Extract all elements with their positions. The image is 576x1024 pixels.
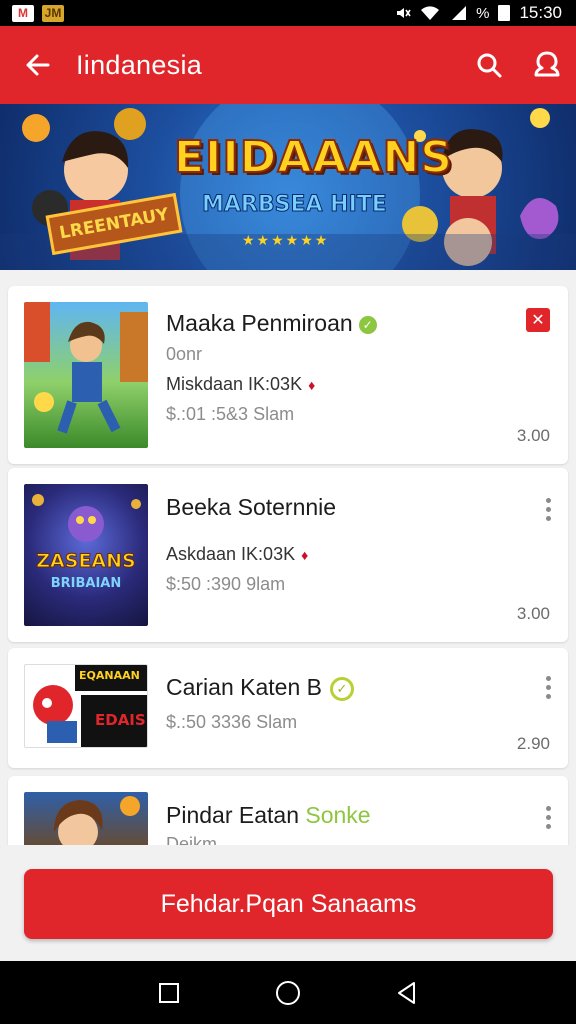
game-list: Maaka Penmiroan ✓ 0onr Miskdaan IK:03K ♦ $… xyxy=(8,286,568,852)
search-icon xyxy=(477,53,502,78)
back-nav-button[interactable] xyxy=(383,969,431,1017)
banner-stars: ★★★★★★ xyxy=(242,232,330,248)
item-number: 3.00 xyxy=(516,426,550,445)
profile-icon xyxy=(534,51,560,77)
list-item[interactable]: Pindar Eatan Sonke Deikm xyxy=(8,776,568,852)
app-bar: Iindanesia xyxy=(0,26,576,104)
item-meta: Askdaan IK:03K ♦ xyxy=(166,544,309,564)
banner-title: EIIDAAANS xyxy=(173,131,453,184)
signal-icon xyxy=(452,6,467,20)
back-arrow-icon xyxy=(26,54,50,76)
recent-apps-icon xyxy=(159,982,180,1003)
game-thumbnail: ZASEANS BRIBAIAN xyxy=(24,484,148,626)
profile-button[interactable] xyxy=(518,26,576,104)
game-thumbnail: EQANAAN EDAIS xyxy=(24,664,148,748)
mute-icon xyxy=(397,8,411,18)
thumb-subtitle: EDAIS xyxy=(95,711,146,729)
home-button[interactable] xyxy=(264,969,312,1017)
list-item[interactable]: EQANAAN EDAIS Carian Katen B ✓ $.:50 3336… xyxy=(8,648,568,768)
recent-apps-button[interactable] xyxy=(145,969,193,1017)
thumb-title: EQANAAN xyxy=(79,669,140,682)
wifi-icon xyxy=(421,6,440,20)
more-options-icon[interactable] xyxy=(544,806,552,829)
more-options-icon[interactable] xyxy=(544,498,552,521)
item-meta: $.:01 :5&3 Slam xyxy=(166,404,295,424)
item-title: Beeka Soternnie xyxy=(166,494,337,520)
gmail-icon: M xyxy=(12,4,34,22)
flag-icon[interactable]: ✕ xyxy=(526,308,550,332)
item-number: 2.90 xyxy=(516,734,550,753)
search-button[interactable] xyxy=(460,26,518,104)
verified-icon: ✓ xyxy=(358,315,377,334)
item-title: Carian Katen B ✓ xyxy=(166,674,354,701)
item-title: Maaka Penmiroan ✓ xyxy=(166,310,377,337)
page-title: Iindanesia xyxy=(76,49,203,80)
verified-icon: ✓ xyxy=(329,676,354,701)
clock: 15:30 xyxy=(519,3,562,22)
status-bar: M JM % 15:30 xyxy=(0,0,576,26)
battery-percent: % xyxy=(476,4,490,22)
game-thumbnail xyxy=(24,302,148,448)
system-navigation-bar xyxy=(0,961,576,1024)
back-icon xyxy=(397,981,415,1004)
game-thumbnail xyxy=(24,792,148,852)
home-icon xyxy=(275,980,300,1005)
back-button[interactable] xyxy=(0,26,76,104)
item-meta: $.:50 3336 Slam xyxy=(166,712,298,732)
thumb-title: ZASEANS xyxy=(36,550,136,573)
list-item[interactable]: Maaka Penmiroan ✓ 0onr Miskdaan IK:03K ♦ $… xyxy=(8,286,568,464)
item-meta: Miskdaan IK:03K ♦ xyxy=(166,374,316,394)
promo-banner[interactable]: EIIDAAANS MARBSEA HITE ★★★★★★ LREENTAUY xyxy=(0,104,576,270)
item-number: 3.00 xyxy=(516,604,550,623)
thumb-subtitle: BRIBAIAN xyxy=(50,576,122,591)
primary-action-button[interactable]: Fehdar.Pqan Sanaams xyxy=(24,869,553,939)
banner-subtitle: MARBSEA HITE xyxy=(202,192,388,218)
app-icon: JM xyxy=(42,4,64,22)
more-options-icon[interactable] xyxy=(544,676,552,699)
badge-icon: ♦ xyxy=(308,377,316,393)
list-item[interactable]: ZASEANS BRIBAIAN Beeka Soternnie Askdaan… xyxy=(8,468,568,642)
badge-icon: ♦ xyxy=(301,547,309,563)
battery-icon xyxy=(498,5,511,21)
item-title: Pindar Eatan Sonke xyxy=(166,802,371,828)
item-meta: $:50 :390 9lam xyxy=(166,574,286,594)
item-meta: 0onr xyxy=(166,344,203,364)
